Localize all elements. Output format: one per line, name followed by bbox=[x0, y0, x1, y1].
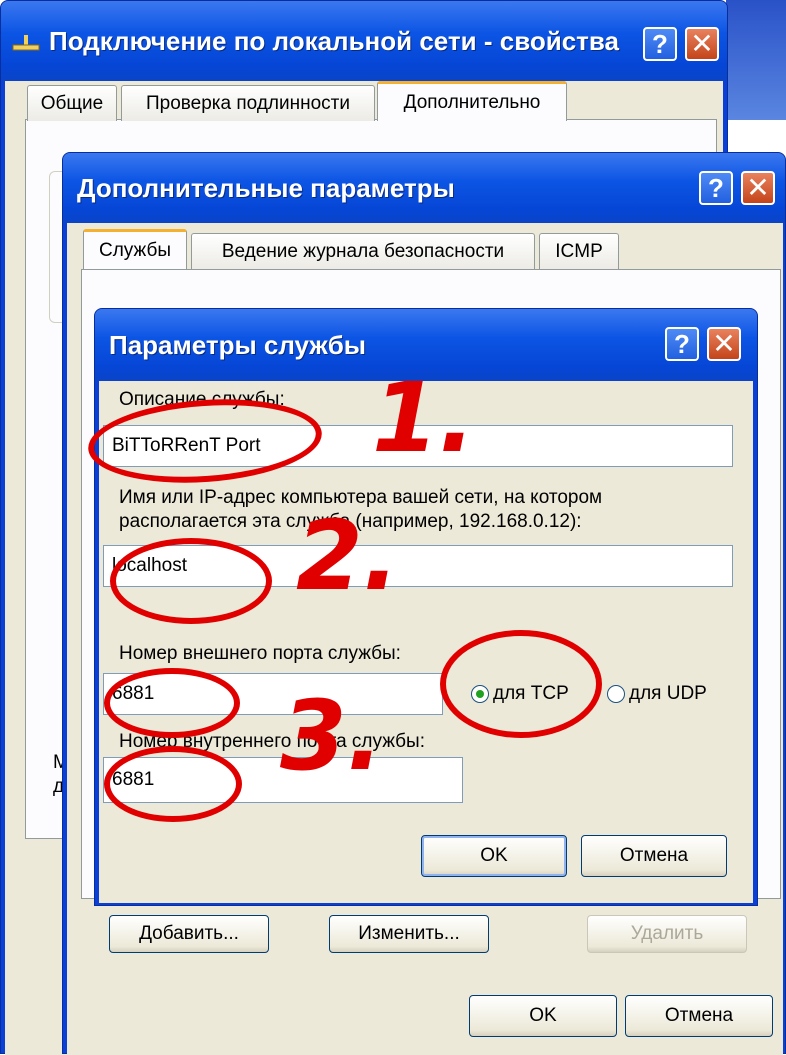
help-button[interactable]: ? bbox=[699, 171, 733, 205]
window-title: Подключение по локальной сети - свойства bbox=[49, 25, 620, 56]
window-titlebar[interactable]: Подключение по локальной сети - свойства bbox=[1, 1, 727, 81]
network-connection-icon bbox=[11, 33, 41, 53]
desktop-background bbox=[726, 0, 786, 120]
external-port-label: Номер внешнего порта службы: bbox=[119, 643, 401, 664]
close-button[interactable]: ✕ bbox=[707, 327, 741, 361]
window-title: Дополнительные параметры bbox=[77, 172, 455, 203]
delete-button[interactable]: Удалить bbox=[587, 915, 747, 953]
tab-services[interactable]: Службы bbox=[83, 229, 187, 269]
tab-icmp[interactable]: ICMP bbox=[539, 233, 619, 269]
annotation-ring-3b bbox=[104, 668, 240, 738]
help-button[interactable]: ? bbox=[643, 27, 677, 61]
close-button[interactable]: ✕ bbox=[685, 27, 719, 61]
annotation-ring-2 bbox=[110, 538, 272, 624]
ok-button[interactable]: OK bbox=[469, 995, 617, 1037]
udp-radio[interactable] bbox=[607, 685, 625, 703]
tab-authentication[interactable]: Проверка подлинности bbox=[121, 85, 375, 121]
udp-label[interactable]: для UDP bbox=[629, 683, 707, 705]
cancel-button[interactable]: Отмена bbox=[625, 995, 773, 1037]
add-button[interactable]: Добавить... bbox=[109, 915, 269, 953]
dialog-title: Параметры службы bbox=[109, 329, 366, 360]
cancel-button[interactable]: Отмена bbox=[581, 835, 727, 877]
tab-advanced[interactable]: Дополнительно bbox=[377, 81, 567, 121]
annotation-number-2: 2. bbox=[296, 500, 400, 612]
help-button[interactable]: ? bbox=[665, 327, 699, 361]
tab-security-logging[interactable]: Ведение журнала безопасности bbox=[191, 233, 535, 269]
ok-button[interactable]: OK bbox=[421, 835, 567, 877]
close-button[interactable]: ✕ bbox=[741, 171, 775, 205]
annotation-ring-3c bbox=[104, 746, 242, 822]
window-titlebar[interactable]: Дополнительные параметры bbox=[63, 153, 785, 223]
tab-general[interactable]: Общие bbox=[27, 85, 117, 121]
annotation-number-3: 3. bbox=[280, 680, 384, 792]
annotation-ring-3a bbox=[440, 630, 602, 738]
annotation-number-1: 1. bbox=[372, 362, 476, 474]
edit-button[interactable]: Изменить... bbox=[329, 915, 489, 953]
